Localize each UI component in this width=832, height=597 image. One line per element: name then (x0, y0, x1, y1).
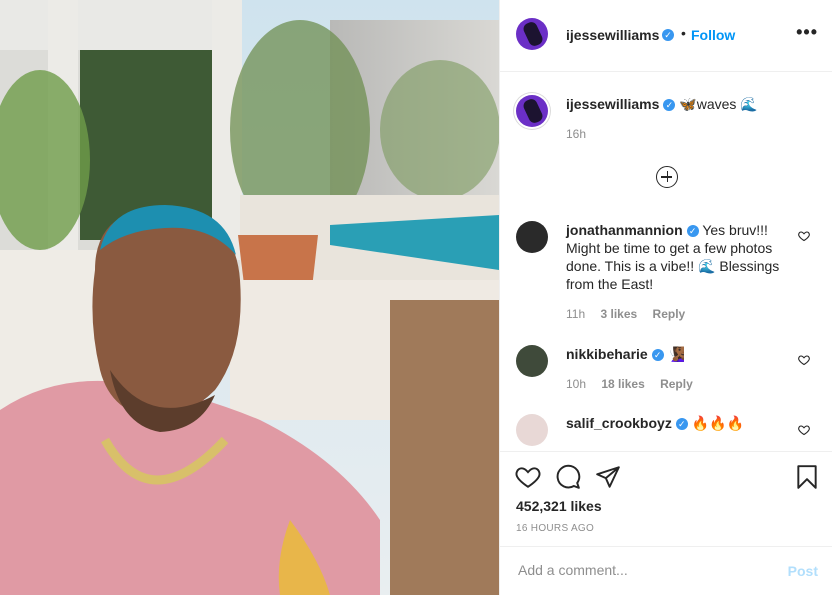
post-header: ijessewilliams ✓ • Follow ••• (500, 0, 832, 72)
comment-avatar[interactable] (516, 221, 548, 253)
comment-username[interactable]: salif_crookboyz (566, 415, 672, 431)
caption: ijessewilliams ✓ 🦋waves 🌊 (566, 96, 806, 113)
post-side-panel: ijessewilliams ✓ • Follow ••• ijessewill… (499, 0, 832, 595)
share-send-icon[interactable] (595, 464, 621, 490)
verified-badge-icon: ✓ (651, 349, 664, 362)
reply-button[interactable]: Reply (660, 377, 693, 391)
save-bookmark-icon[interactable] (794, 464, 820, 490)
verified-badge-icon: ✓ (663, 99, 676, 112)
comment-like-heart-icon[interactable] (798, 230, 810, 242)
comment-body: nikkibeharie ✓ 🧏🏾‍♀️ (566, 345, 786, 363)
comment-like-heart-icon[interactable] (798, 354, 810, 366)
comment-text: 🔥🔥🔥 (691, 415, 745, 431)
add-comment-bar: Post (500, 546, 832, 597)
header-username[interactable]: ijessewilliams (566, 27, 659, 43)
comment-avatar[interactable] (516, 414, 548, 446)
more-options-icon[interactable]: ••• (796, 22, 818, 43)
comment-bubble-icon[interactable] (555, 464, 581, 490)
post-actions: 452,321 likes 16 HOURS AGO Post (500, 451, 832, 596)
comment-like-heart-icon[interactable] (798, 424, 810, 436)
post-image (0, 0, 499, 595)
comment-body: jonathanmannion ✓ Yes bruv!!! Might be ti… (566, 221, 786, 293)
caption-time[interactable]: 16h (566, 127, 586, 141)
caption-username[interactable]: ijessewilliams (566, 96, 659, 112)
comment-meta: 11h 3 likes Reply (566, 307, 697, 321)
comment-text: 🧏🏾‍♀️ (667, 346, 686, 362)
caption-avatar[interactable] (516, 95, 548, 127)
comment-likes[interactable]: 18 likes (601, 377, 644, 391)
comment-time[interactable]: 10h (566, 377, 586, 391)
load-more-comments-icon[interactable] (656, 166, 678, 188)
comment-time[interactable]: 11h (566, 307, 585, 321)
comment-body: salif_crookboyz ✓ 🔥🔥🔥 (566, 414, 786, 432)
post-timestamp[interactable]: 16 HOURS AGO (516, 523, 594, 534)
post-photo[interactable] (0, 0, 499, 595)
separator-dot: • (681, 25, 686, 41)
verified-badge-icon: ✓ (662, 29, 674, 41)
comment-likes[interactable]: 3 likes (600, 307, 637, 321)
comment-username[interactable]: nikkibeharie (566, 346, 648, 362)
verified-badge-icon: ✓ (686, 225, 699, 238)
likes-count[interactable]: 452,321 likes (516, 498, 602, 514)
like-heart-icon[interactable] (515, 464, 541, 490)
avatar[interactable] (516, 18, 548, 50)
follow-button[interactable]: Follow (691, 27, 735, 43)
comment-username[interactable]: jonathanmannion (566, 222, 683, 238)
caption-text: 🦋waves 🌊 (679, 96, 758, 112)
comment-avatar[interactable] (516, 345, 548, 377)
comment-input[interactable] (516, 561, 770, 579)
post-comment-button[interactable]: Post (788, 563, 818, 579)
comment-meta: 10h 18 likes Reply (566, 377, 705, 391)
verified-badge-icon: ✓ (675, 418, 688, 431)
reply-button[interactable]: Reply (653, 307, 686, 321)
